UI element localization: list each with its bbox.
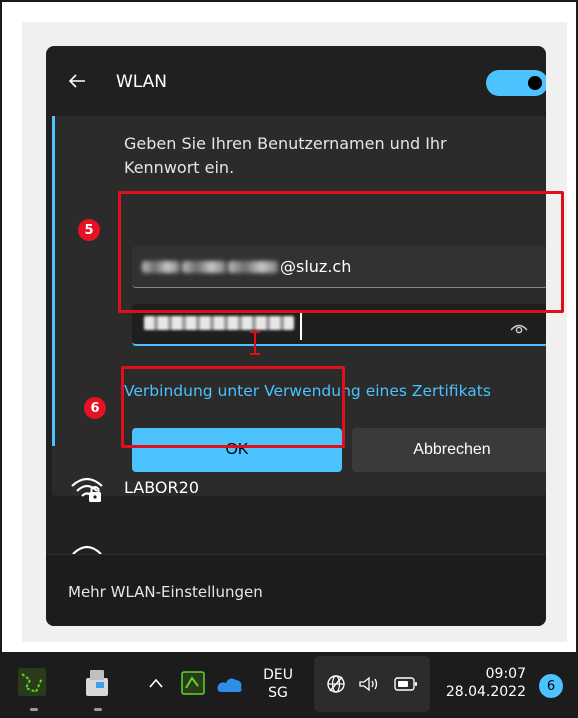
redacted-text: [182, 260, 226, 273]
running-indicator: [30, 708, 38, 711]
auth-panel: Geben Sie Ihren Benutzernamen und Ihr Ke…: [52, 116, 546, 496]
annotation-badge-5: 5: [78, 219, 100, 241]
app-icon[interactable]: [16, 666, 48, 698]
flyout-footer: Mehr WLAN-Einstellungen: [46, 554, 546, 626]
network-name: LABOR20: [124, 478, 199, 497]
annotation-badge-6: 6: [84, 397, 106, 419]
toggle-knob: [528, 76, 542, 90]
taskbar: DEU SG 09:07 28.04.2022 6: [2, 652, 576, 716]
header-title: WLAN: [116, 72, 168, 92]
tray-app-icon[interactable]: [180, 670, 206, 696]
wlan-flyout: WLAN Geben Sie Ihren Benutzernamen und I…: [46, 46, 546, 626]
back-arrow-icon[interactable]: [68, 72, 86, 90]
battery-icon: [394, 677, 417, 691]
text-caret: [300, 310, 302, 340]
redacted-text: [142, 260, 180, 273]
wlan-toggle[interactable]: [486, 70, 546, 96]
flyout-header: WLAN: [46, 46, 546, 116]
more-wlan-settings-link[interactable]: Mehr WLAN-Einstellungen: [68, 583, 263, 601]
language-code: DEU: [263, 667, 293, 683]
clock-time: 09:07: [485, 666, 526, 682]
clock-date: 28.04.2022: [445, 684, 526, 700]
wifi-lock-icon: [71, 477, 103, 502]
notification-badge[interactable]: 6: [539, 674, 563, 698]
volume-icon: [359, 676, 378, 692]
running-indicator: [94, 708, 102, 711]
accent-bar: [52, 116, 55, 446]
auth-instruction: Geben Sie Ihren Benutzernamen und Ihr Ke…: [124, 134, 447, 177]
input-language-indicator[interactable]: DEU SG: [258, 666, 298, 702]
chevron-up-icon[interactable]: [148, 676, 164, 690]
certificate-link[interactable]: Verbindung unter Verwendung eines Zertif…: [124, 382, 491, 400]
password-field[interactable]: [132, 304, 546, 346]
language-region: SG: [268, 685, 288, 701]
redacted-text: [228, 260, 278, 273]
globe-icon: [327, 675, 345, 693]
username-suffix: @sluz.ch: [280, 257, 352, 276]
network-list-item[interactable]: LABOR20: [46, 456, 546, 516]
quick-settings-tray[interactable]: [314, 656, 430, 712]
ibeam-cursor-icon: [250, 331, 260, 355]
username-value: @sluz.ch: [142, 257, 351, 276]
cloud-icon[interactable]: [216, 676, 244, 694]
clock[interactable]: 09:07 28.04.2022: [442, 665, 526, 701]
username-field[interactable]: @sluz.ch: [132, 246, 546, 288]
password-mask: [144, 316, 294, 330]
reveal-password-icon[interactable]: [510, 321, 528, 335]
device-app-icon[interactable]: [80, 664, 114, 700]
